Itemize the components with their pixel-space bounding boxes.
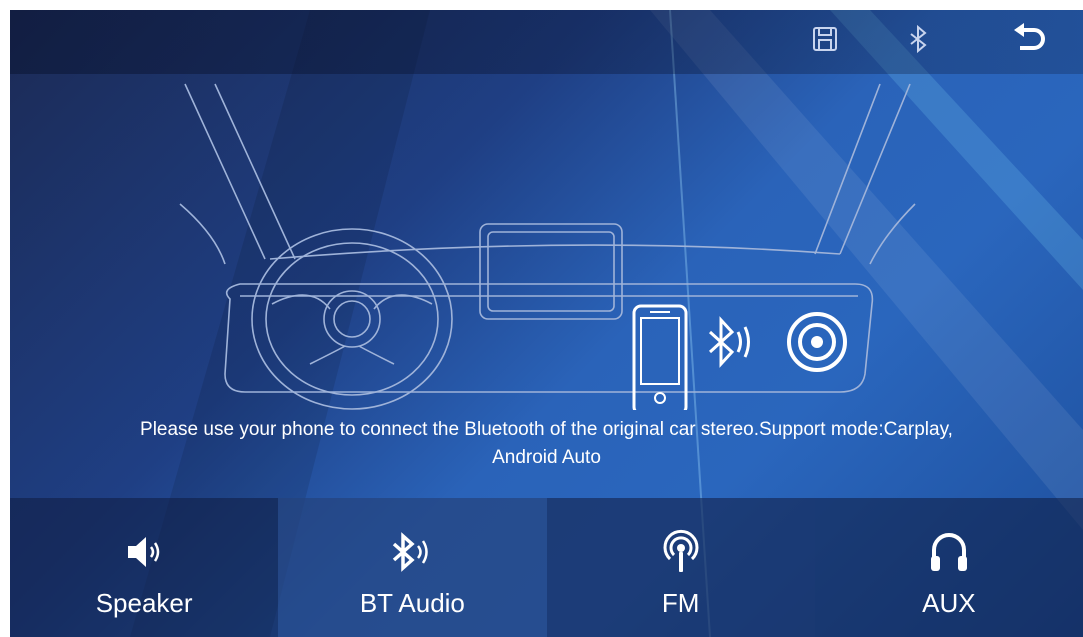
speaker-label: Speaker xyxy=(95,588,193,618)
bt-audio-mode-button[interactable]: BT Audio xyxy=(278,498,547,637)
car-dashboard-illustration xyxy=(179,83,916,410)
instruction-message: Please use your phone to connect the Blu… xyxy=(10,416,1083,472)
fm-mode-button[interactable]: FM xyxy=(546,498,815,637)
car-speaker-icon xyxy=(787,312,847,372)
message-line-2: Android Auto xyxy=(492,447,601,468)
back-icon[interactable] xyxy=(1010,20,1050,60)
message-line-1: Please use your phone to connect the Blu… xyxy=(140,419,953,440)
bt-audio-label: BT Audio xyxy=(359,588,465,618)
save-icon[interactable] xyxy=(810,24,840,54)
audio-mode-bar: Speaker BT Audio FM AUX xyxy=(10,498,1083,637)
headphones-icon xyxy=(930,533,967,571)
aux-label: AUX xyxy=(922,588,976,618)
phone-icon xyxy=(632,304,688,410)
speaker-icon xyxy=(128,537,160,567)
speaker-mode-button[interactable]: Speaker xyxy=(10,498,278,637)
bluetooth-signal-icon xyxy=(708,316,750,368)
fm-label: FM xyxy=(661,588,700,618)
app-screen: Please use your phone to connect the Blu… xyxy=(10,10,1083,637)
radio-antenna-icon xyxy=(663,529,699,572)
top-bar xyxy=(10,10,1083,74)
bluetooth-icon[interactable] xyxy=(903,24,933,54)
aux-mode-button[interactable]: AUX xyxy=(815,498,1083,637)
bluetooth-audio-icon xyxy=(393,532,429,572)
